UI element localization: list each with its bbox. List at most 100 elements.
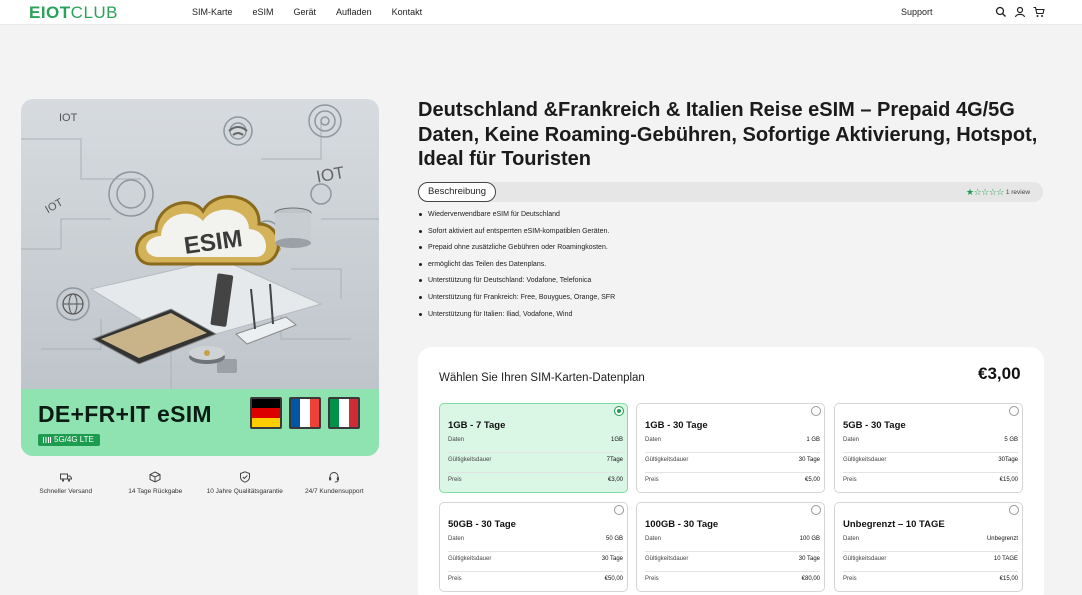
row-label: Gültigkeitsdauer — [645, 457, 689, 463]
plan-selector-title: Wählen Sie Ihren SIM-Karten-Datenplan — [439, 372, 645, 384]
plan-data: 100 GB — [799, 536, 820, 542]
nav-item-kontakt[interactable]: Kontakt — [392, 7, 423, 17]
current-price: €3,00 — [978, 364, 1021, 383]
row-label: Gültigkeitsdauer — [843, 556, 887, 562]
row-label: Preis — [843, 576, 857, 582]
plan-name: 1GB - 30 Tage — [645, 420, 708, 431]
tab-description[interactable]: Beschreibung — [418, 182, 497, 202]
product-image[interactable]: ESIM IOT IOT IOT DE+FR+IT eSIM 5G/4G LTE — [21, 99, 379, 456]
plan-option-100gb-30[interactable]: 100GB - 30 Tage Daten 100 GB Gültigkeitsd… — [636, 502, 825, 592]
tab-bar — [418, 182, 1043, 202]
list-item: Unterstützung für Italien: Iliad, Vodafo… — [418, 311, 615, 328]
plan-selector: Wählen Sie Ihren SIM-Karten-Datenplan €3… — [418, 347, 1044, 595]
plan-option-1gb-7[interactable]: 1GB - 7 Tage Daten 1GB Gültigkeitsdauer 7T… — [439, 403, 628, 493]
radio-button[interactable] — [614, 505, 624, 515]
list-item: Prepaid ohne zusätzliche Gebühren oder R… — [418, 244, 615, 261]
italy-flag — [328, 397, 360, 429]
list-item: Unterstützung für Deutschland: Vodafone,… — [418, 277, 615, 294]
product-banner: DE+FR+IT eSIM 5G/4G LTE — [21, 389, 379, 456]
feature-item: Schneller Versand — [21, 470, 111, 495]
plan-validity: 30 Tage — [798, 556, 820, 562]
row-label: Preis — [645, 477, 659, 483]
product-illustration: ESIM IOT IOT IOT — [21, 104, 379, 389]
plan-validity: 30 Tage — [798, 457, 820, 463]
shield-check-icon — [239, 470, 251, 483]
row-label: Gültigkeitsdauer — [448, 556, 492, 562]
main-nav: SIM-Karte eSIM Gerät Aufladen Kontakt — [192, 7, 442, 17]
feature-label: Schneller Versand — [39, 488, 93, 495]
plan-name: Unbegrenzt – 10 TAGE — [843, 519, 945, 530]
logo-light: CLUB — [70, 3, 119, 22]
review-count[interactable]: 1 review — [1006, 189, 1030, 196]
iot-label: IOT — [315, 163, 346, 187]
list-item: Wiederverwendbare eSIM für Deutschland — [418, 211, 615, 228]
nav-item-aufladen[interactable]: Aufladen — [336, 7, 372, 17]
feature-list: Schneller Versand 14 Tage Rückgabe 10 Ja… — [21, 470, 379, 495]
feature-label: 10 Jahre Qualitätsgarantie — [206, 488, 283, 495]
plan-option-5gb-30[interactable]: 5GB - 30 Tage Daten 5 GB Gültigkeitsdauer… — [834, 403, 1023, 493]
plan-data: 1GB — [610, 437, 623, 443]
plan-validity: 30 Tage — [601, 556, 623, 562]
row-label: Preis — [448, 576, 462, 582]
germany-flag — [250, 397, 282, 429]
nav-item-sim-karte[interactable]: SIM-Karte — [192, 7, 233, 17]
iot-label: IOT — [43, 196, 65, 216]
plan-price: €3,00 — [607, 477, 623, 483]
radio-button[interactable] — [1009, 406, 1019, 416]
nav-support[interactable]: Support — [901, 7, 933, 17]
radio-button[interactable] — [1009, 505, 1019, 515]
radio-button[interactable] — [811, 406, 821, 416]
radio-button[interactable] — [811, 505, 821, 515]
row-label: Daten — [843, 437, 860, 443]
plan-name: 50GB - 30 Tage — [448, 519, 516, 530]
plan-price: €50,00 — [604, 576, 623, 582]
nav-item-esim[interactable]: eSIM — [253, 7, 274, 17]
feature-item: 10 Jahre Qualitätsgarantie — [200, 470, 290, 495]
row-label: Gültigkeitsdauer — [645, 556, 689, 562]
header-actions — [995, 5, 1052, 18]
plan-name: 5GB - 30 Tage — [843, 420, 906, 431]
row-label: Gültigkeitsdauer — [448, 457, 492, 463]
rating-stars: ★☆☆☆☆ — [966, 187, 1004, 197]
plan-option-1gb-30[interactable]: 1GB - 30 Tage Daten 1 GB Gültigkeitsdauer… — [636, 403, 825, 493]
feature-item: 24/7 Kundensupport — [290, 470, 380, 495]
row-label: Daten — [645, 437, 662, 443]
cart-icon[interactable] — [1033, 5, 1045, 17]
list-item: Sofort aktiviert auf entsperrten eSIM-ko… — [418, 228, 615, 245]
nav-item-geraet[interactable]: Gerät — [294, 7, 317, 17]
row-label: Preis — [645, 576, 659, 582]
plan-name: 100GB - 30 Tage — [645, 519, 719, 530]
plan-data: 5 GB — [1004, 437, 1018, 443]
user-icon[interactable] — [1014, 5, 1026, 18]
product-rating[interactable]: ★☆☆☆☆ 1 review — [966, 187, 1030, 198]
truck-icon — [59, 470, 72, 482]
radio-button[interactable] — [614, 406, 624, 416]
product-description-list: Wiederverwendbare eSIM für Deutschland S… — [418, 211, 615, 327]
site-header: EIOTCLUB SIM-Karte eSIM Gerät Aufladen K… — [0, 0, 1082, 25]
plan-price: €15,00 — [999, 477, 1018, 483]
plan-price: €15,00 — [999, 576, 1018, 582]
plan-price: €5,00 — [804, 477, 820, 483]
plan-data: 1 GB — [806, 437, 820, 443]
plan-price: €80,00 — [801, 576, 820, 582]
package-return-icon — [149, 470, 161, 483]
list-item: Unterstützung für Frankreich: Free, Bouy… — [418, 294, 615, 311]
plan-validity: 7Tage — [606, 457, 623, 463]
site-logo[interactable]: EIOTCLUB — [29, 3, 118, 23]
row-label: Preis — [843, 477, 857, 483]
plan-data: Unbegrenzt — [986, 536, 1018, 542]
plan-data: 50 GB — [605, 536, 623, 542]
logo-bold: EIOT — [29, 3, 71, 22]
row-label: Gültigkeitsdauer — [843, 457, 887, 463]
lte-badge: 5G/4G LTE — [38, 434, 100, 446]
plan-name: 1GB - 7 Tage — [448, 420, 506, 431]
france-flag — [289, 397, 321, 429]
plan-option-unlimited-10[interactable]: Unbegrenzt – 10 TAGE Daten Unbegrenzt Gül… — [834, 502, 1023, 592]
search-icon[interactable] — [995, 5, 1007, 17]
plan-validity: 10 TAGE — [993, 556, 1018, 562]
feature-item: 14 Tage Rückgabe — [111, 470, 201, 495]
row-label: Daten — [448, 536, 465, 542]
plan-option-50gb-30[interactable]: 50GB - 30 Tage Daten 50 GB Gültigkeitsdau… — [439, 502, 628, 592]
list-item: ermöglicht das Teilen des Datenplans. — [418, 261, 615, 278]
plan-validity: 30Tage — [998, 457, 1018, 463]
